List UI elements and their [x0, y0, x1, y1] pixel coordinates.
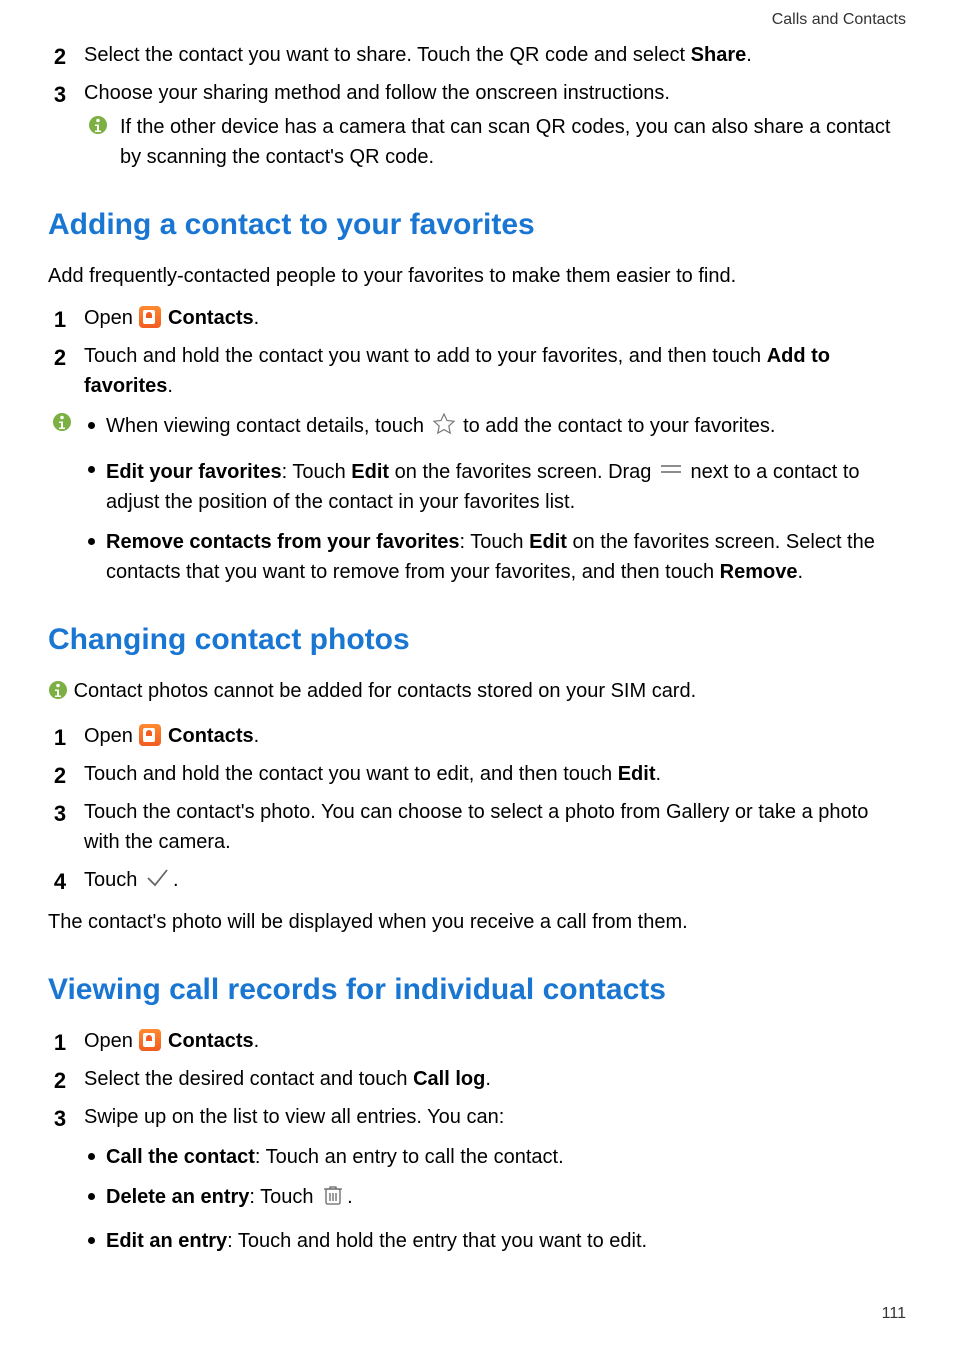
list-item: Call the contact: Touch an entry to call…	[84, 1142, 906, 1172]
list-item: 3 Choose your sharing method and follow …	[48, 78, 906, 172]
page-header: Calls and Contacts	[48, 8, 906, 32]
contacts-app-icon	[139, 306, 161, 328]
step-number: 2	[48, 759, 72, 792]
checkmark-icon	[145, 866, 171, 899]
step-text: Open Contacts.	[84, 725, 259, 747]
step-number: 1	[48, 303, 72, 336]
step-number: 3	[48, 1102, 72, 1135]
step-text: Select the desired contact and touch Cal…	[84, 1068, 491, 1090]
list-item: 4 Touch .	[48, 865, 906, 899]
calllog-actions: Call the contact: Touch an entry to call…	[84, 1142, 906, 1256]
list-item: 3 Touch the contact's photo. You can cho…	[48, 797, 906, 857]
favorites-tips: When viewing contact details, touch to a…	[84, 411, 906, 587]
star-icon	[432, 412, 456, 445]
section-intro: Add frequently-contacted people to your …	[48, 261, 906, 291]
step-number: 3	[48, 78, 72, 111]
drag-handle-icon	[659, 455, 683, 485]
step-number: 1	[48, 721, 72, 754]
section-heading-calllog: Viewing call records for individual cont…	[48, 967, 906, 1012]
step-number: 3	[48, 797, 72, 830]
info-note-favorites: When viewing contact details, touch to a…	[48, 411, 906, 587]
calllog-steps: 1 Open Contacts. 2 Select the desired co…	[48, 1026, 906, 1256]
step-number: 2	[48, 341, 72, 374]
list-item: 1 Open Contacts.	[48, 721, 906, 751]
info-note: If the other device has a camera that ca…	[84, 112, 906, 172]
list-item: 1 Open Contacts.	[48, 1026, 906, 1056]
list-item: Edit an entry: Touch and hold the entry …	[84, 1226, 906, 1256]
list-item: 2 Touch and hold the contact you want to…	[48, 759, 906, 789]
list-item: 2 Select the contact you want to share. …	[48, 40, 906, 70]
list-item: When viewing contact details, touch to a…	[84, 411, 906, 445]
contacts-app-icon	[139, 1029, 161, 1051]
list-item: Delete an entry: Touch .	[84, 1182, 906, 1216]
info-icon	[88, 114, 108, 144]
step-text: Open Contacts.	[84, 1030, 259, 1052]
step-text: Touch and hold the contact you want to a…	[84, 345, 830, 397]
info-note-sim: Contact photos cannot be added for conta…	[48, 676, 906, 709]
step-number: 2	[48, 40, 72, 73]
info-icon	[52, 411, 72, 441]
section-outro: The contact's photo will be displayed wh…	[48, 907, 906, 937]
step-number: 2	[48, 1064, 72, 1097]
contacts-app-icon	[139, 724, 161, 746]
list-item: 1 Open Contacts.	[48, 303, 906, 333]
list-item: Edit your favorites: Touch Edit on the f…	[84, 455, 906, 517]
step-text: Touch .	[84, 869, 179, 891]
section-heading-favorites: Adding a contact to your favorites	[48, 202, 906, 247]
share-steps-continued: 2 Select the contact you want to share. …	[48, 40, 906, 172]
step-text: Touch and hold the contact you want to e…	[84, 763, 661, 785]
favorites-steps: 1 Open Contacts. 2 Touch and hold the co…	[48, 303, 906, 401]
trash-icon	[321, 1183, 345, 1216]
list-item: Remove contacts from your favorites: Tou…	[84, 527, 906, 587]
step-text: Choose your sharing method and follow th…	[84, 82, 670, 104]
photos-steps: 1 Open Contacts. 2 Touch and hold the co…	[48, 721, 906, 899]
step-text: Open Contacts.	[84, 307, 259, 329]
list-item: 2 Select the desired contact and touch C…	[48, 1064, 906, 1094]
page-number: 111	[882, 1302, 906, 1326]
step-number: 1	[48, 1026, 72, 1059]
step-text: Swipe up on the list to view all entries…	[84, 1106, 504, 1128]
section-heading-photos: Changing contact photos	[48, 617, 906, 662]
note-text: If the other device has a camera that ca…	[120, 116, 890, 168]
step-text: Touch the contact's photo. You can choos…	[84, 801, 868, 853]
step-number: 4	[48, 865, 72, 898]
list-item: 3 Swipe up on the list to view all entri…	[48, 1102, 906, 1256]
list-item: 2 Touch and hold the contact you want to…	[48, 341, 906, 401]
info-icon	[48, 679, 68, 709]
step-text: Select the contact you want to share. To…	[84, 44, 752, 66]
